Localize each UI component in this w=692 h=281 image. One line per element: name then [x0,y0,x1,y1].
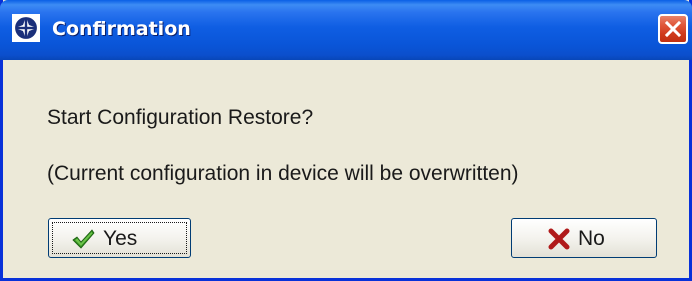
no-button-label: No [578,227,605,250]
x-mark-icon [548,228,570,250]
yes-button[interactable]: Yes [48,218,191,258]
checkmark-icon [72,229,95,249]
overwrite-warning: (Current configuration in device will be… [47,162,519,185]
confirmation-dialog: Confirmation Start Configuration Restore… [0,0,692,281]
yes-button-label: Yes [103,227,138,250]
dialog-title: Confirmation [52,18,191,40]
title-bar[interactable]: Confirmation [0,0,692,60]
close-icon [664,20,682,38]
compass-cross-icon [12,14,40,42]
confirmation-question: Start Configuration Restore? [47,106,314,129]
close-button[interactable] [658,14,688,44]
no-button[interactable]: No [511,218,657,258]
